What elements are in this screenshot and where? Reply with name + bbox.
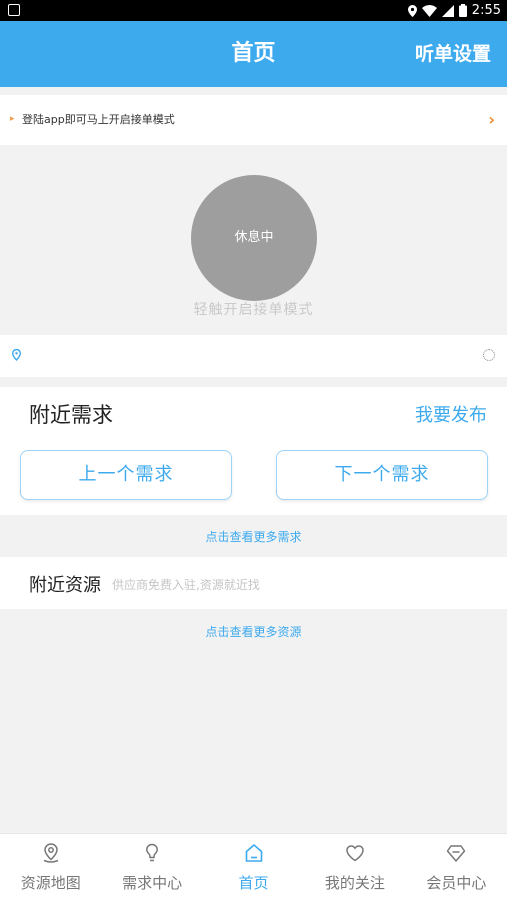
tab-label: 会员中心: [426, 874, 487, 892]
tab-label: 资源地图: [20, 874, 81, 892]
location-icon: [407, 4, 417, 17]
login-notice-bar[interactable]: ▸ 登陆app即可马上开启接单模式 ›: [0, 95, 507, 145]
lightbulb-icon: [146, 843, 159, 862]
tab-member-center[interactable]: 会员中心: [406, 834, 507, 900]
previous-demand-button[interactable]: 上一个需求: [20, 450, 232, 500]
rest-status-toggle[interactable]: 休息中: [191, 175, 317, 301]
publish-button[interactable]: 我要发布: [415, 401, 487, 427]
more-resources-link[interactable]: 点击查看更多资源: [0, 609, 507, 655]
heart-icon: [346, 845, 364, 862]
notification-icon: [8, 4, 20, 16]
nearby-demand-title: 附近需求: [29, 403, 113, 427]
wifi-icon: [421, 4, 437, 17]
battery-icon: [458, 4, 467, 17]
loading-spinner-icon: [483, 349, 495, 361]
notice-bullet-icon: ▸: [10, 114, 15, 124]
tab-label: 首页: [238, 874, 269, 892]
clock-text: 2:55: [471, 3, 501, 18]
location-bar: [0, 335, 507, 377]
more-demands-link[interactable]: 点击查看更多需求: [0, 515, 507, 557]
nearby-resource-header: 附近资源 供应商免费入驻,资源就近找: [0, 557, 507, 609]
tab-resource-map[interactable]: 资源地图: [0, 834, 101, 900]
system-status-bar: 2:55: [0, 0, 507, 21]
tab-label: 我的关注: [324, 874, 385, 892]
status-icons: 2:55: [407, 0, 501, 21]
tab-demand-center[interactable]: 需求中心: [101, 834, 202, 900]
order-settings-button[interactable]: 听单设置: [415, 21, 491, 87]
tab-home[interactable]: 首页: [203, 834, 304, 900]
next-demand-button[interactable]: 下一个需求: [276, 450, 488, 500]
tab-my-follows[interactable]: 我的关注: [304, 834, 405, 900]
diamond-icon: [447, 845, 466, 862]
bottom-tab-bar: 资源地图 需求中心 首页 我的关注 会员中心: [0, 833, 507, 900]
app-bar: 首页 听单设置: [0, 21, 507, 87]
notice-text: 登陆app即可马上开启接单模式: [22, 113, 175, 126]
chevron-right-icon: ›: [488, 110, 495, 129]
tab-label: 需求中心: [122, 874, 183, 892]
location-pin-icon: [12, 349, 21, 361]
nearby-resource-title: 附近资源: [29, 575, 101, 596]
order-status-area: 休息中 轻触开启接单模式: [0, 151, 507, 335]
tap-hint: 轻触开启接单模式: [193, 302, 314, 318]
nearby-demand-section: 附近需求 我要发布 上一个需求 下一个需求: [0, 387, 507, 515]
nearby-resource-subtitle: 供应商免费入驻,资源就近找: [112, 578, 260, 592]
map-pin-icon: [43, 843, 58, 863]
signal-icon: [441, 4, 454, 17]
home-icon: [245, 844, 262, 862]
